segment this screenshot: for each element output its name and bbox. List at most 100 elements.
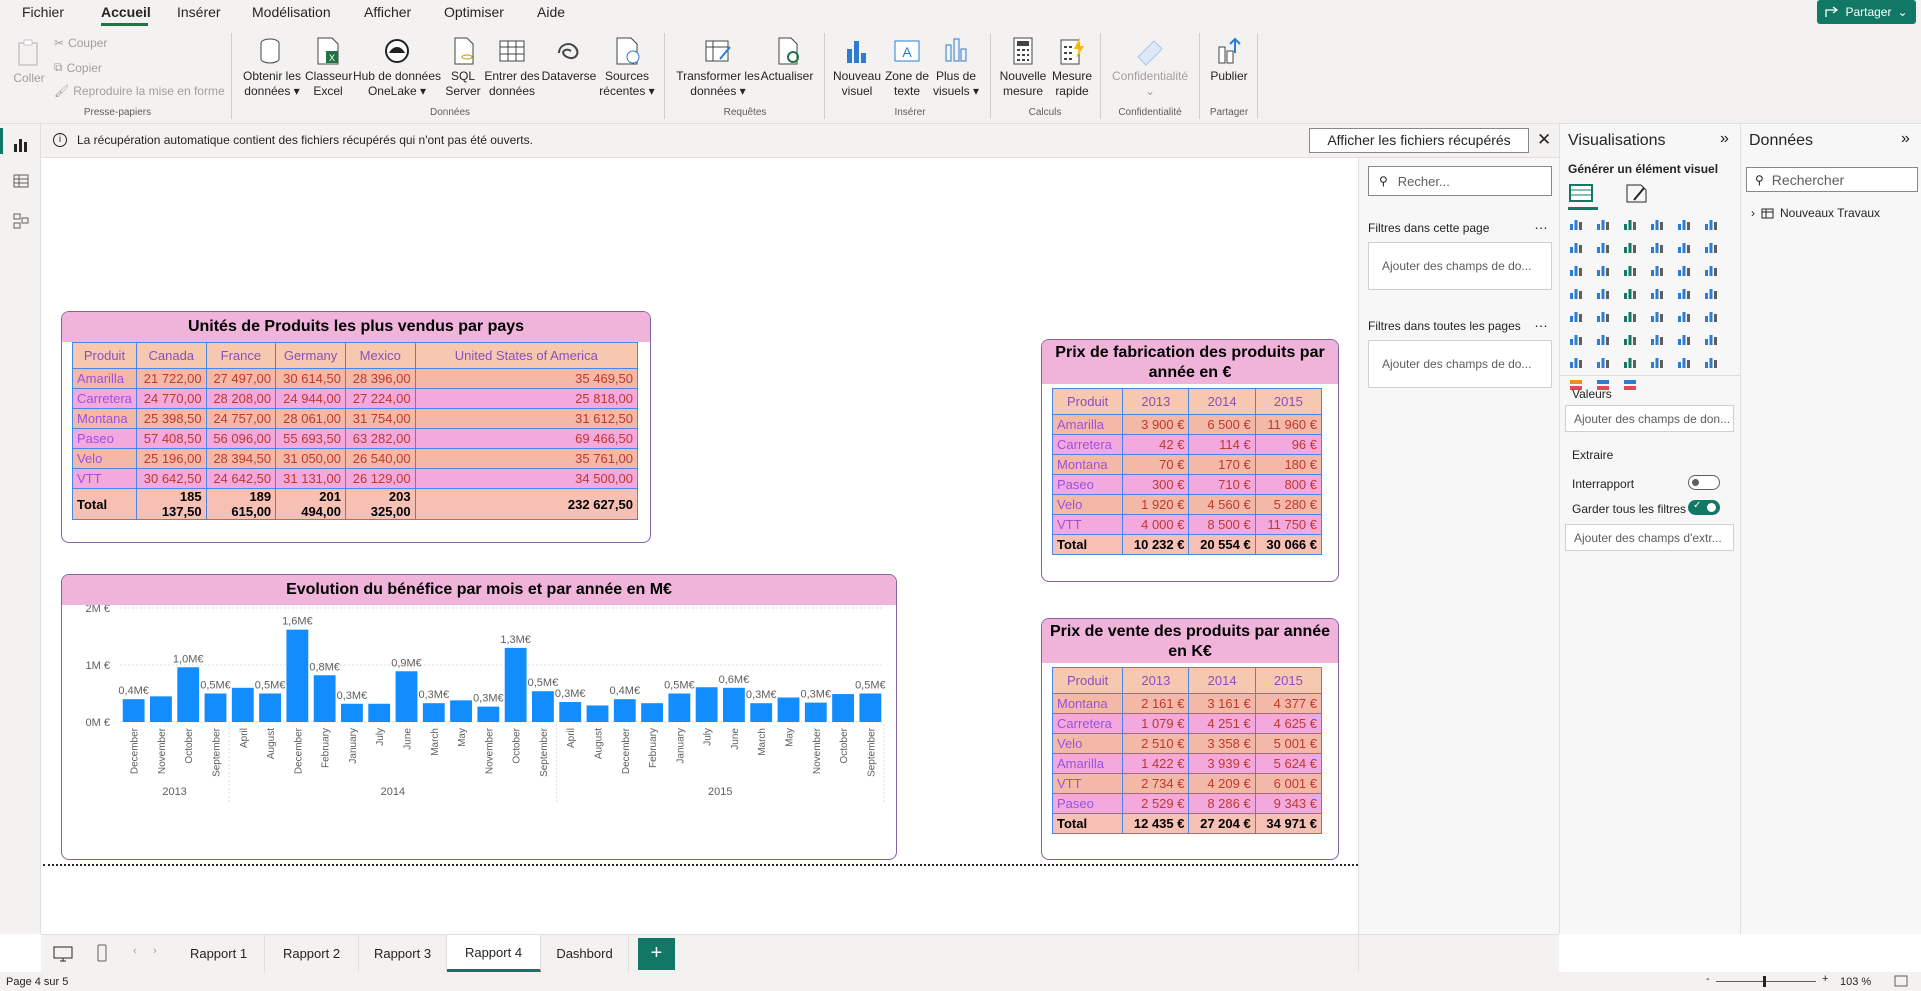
bar[interactable] <box>504 647 527 722</box>
zoom-in-icon[interactable]: + <box>1822 973 1828 985</box>
kpi-icon[interactable] <box>1568 308 1586 326</box>
bar[interactable] <box>150 696 172 722</box>
bar[interactable] <box>750 703 773 722</box>
tab-rapport-3[interactable]: Rapport 3 <box>359 935 447 972</box>
diamond-icon[interactable] <box>1649 354 1667 372</box>
column-header[interactable]: France <box>205 342 277 369</box>
format-painter-button[interactable]: 🖌 Reproduire la mise en forme <box>54 84 225 98</box>
trophy-icon[interactable] <box>1703 331 1721 349</box>
column-header[interactable]: 2014 <box>1188 388 1256 415</box>
key-influencers-icon[interactable] <box>1568 331 1586 349</box>
column-header[interactable]: United States of America <box>414 342 639 369</box>
stacked-bar-icon[interactable] <box>1568 216 1586 234</box>
model-view-icon[interactable] <box>12 212 30 230</box>
column-header[interactable]: Produit <box>1051 667 1124 694</box>
bar[interactable] <box>641 703 663 722</box>
clustered-bar-icon[interactable] <box>1622 216 1640 234</box>
share-button[interactable]: Partager ⌄ <box>1817 0 1916 24</box>
bar[interactable] <box>450 700 472 722</box>
filters-page-dropzone[interactable]: Ajouter des champs de do... <box>1368 242 1552 290</box>
stacked-column-icon[interactable] <box>1595 216 1613 234</box>
dataverse-button[interactable]: Dataverse <box>540 35 598 84</box>
scatter-icon[interactable] <box>1595 262 1613 280</box>
column-header[interactable]: Produit <box>72 342 137 369</box>
waterfall-icon[interactable] <box>1703 239 1721 257</box>
bar[interactable] <box>286 629 309 722</box>
new-visual-button[interactable]: Nouveau visuel <box>832 35 882 99</box>
bar[interactable] <box>804 702 827 722</box>
bar[interactable] <box>177 667 200 722</box>
column-header[interactable]: 2013 <box>1122 388 1190 415</box>
power-apps-icon[interactable] <box>1595 354 1613 372</box>
column-header[interactable]: Mexico <box>344 342 416 369</box>
column-header[interactable]: 2014 <box>1188 667 1256 694</box>
menu-optimiser[interactable]: Optimiser <box>444 4 504 20</box>
decomposition-icon[interactable] <box>1595 331 1613 349</box>
ribbon-icon[interactable] <box>1676 239 1694 257</box>
close-icon[interactable]: ✕ <box>1537 130 1551 150</box>
bar[interactable] <box>613 699 636 722</box>
report-view-icon[interactable] <box>12 136 30 154</box>
narrative-icon[interactable] <box>1649 331 1667 349</box>
map-icon[interactable] <box>1703 262 1721 280</box>
gauge-icon[interactable] <box>1649 285 1667 303</box>
values-dropzone[interactable]: Ajouter des champs de don... <box>1565 405 1734 432</box>
more-icon[interactable] <box>1703 354 1721 372</box>
qa-icon[interactable] <box>1622 331 1640 349</box>
build-tab[interactable] <box>1568 182 1598 210</box>
bar[interactable] <box>368 703 391 722</box>
tab-dashbord[interactable]: Dashbord <box>541 935 629 972</box>
bar[interactable] <box>122 699 145 722</box>
menu-afficher[interactable]: Afficher <box>364 4 411 20</box>
chevron-icon[interactable] <box>1676 354 1694 372</box>
metrics-icon[interactable] <box>1568 354 1586 372</box>
more-visuals-button[interactable]: Plus de visuels ▾ <box>932 35 980 99</box>
custom-visual-3-icon[interactable] <box>1622 377 1640 395</box>
column-header[interactable]: Canada <box>135 342 207 369</box>
menu-modelisation[interactable]: Modélisation <box>252 4 331 20</box>
bar[interactable] <box>313 675 336 722</box>
azure-map-icon[interactable] <box>1622 285 1640 303</box>
line-icon[interactable] <box>1568 239 1586 257</box>
paginated-icon[interactable] <box>1676 331 1694 349</box>
column-header[interactable]: Produit <box>1051 388 1124 415</box>
onelake-button[interactable]: Hub de données OneLake ▾ <box>352 35 442 99</box>
tab-rapport-2[interactable]: Rapport 2 <box>265 935 359 972</box>
sql-server-button[interactable]: SQL Server <box>442 35 484 99</box>
data-search-input[interactable]: ⚲ Rechercher <box>1746 167 1918 192</box>
matrix-icon[interactable] <box>1649 308 1667 326</box>
r-visual-icon[interactable] <box>1676 308 1694 326</box>
multi-card-icon[interactable] <box>1703 285 1721 303</box>
python-icon[interactable] <box>1703 308 1721 326</box>
column-header[interactable]: 2013 <box>1122 667 1190 694</box>
scroll-right-icon[interactable]: › <box>153 945 157 957</box>
bar[interactable] <box>395 671 418 722</box>
publish-button[interactable]: Publier <box>1205 35 1253 84</box>
drillthrough-dropzone[interactable]: Ajouter des champs d'extr... <box>1565 524 1734 551</box>
table-icon[interactable] <box>1622 308 1640 326</box>
collapse-icon[interactable]: » <box>1901 130 1910 148</box>
collapse-icon[interactable]: » <box>1720 130 1729 148</box>
show-recovered-files-button[interactable]: Afficher les fichiers récupérés <box>1309 128 1529 153</box>
paste-button[interactable]: Coller <box>10 37 48 86</box>
filter-search-input[interactable]: ⚲ Recher... <box>1368 166 1552 196</box>
clustered-column-icon[interactable] <box>1649 216 1667 234</box>
card-icon[interactable] <box>1676 285 1694 303</box>
line-column-icon[interactable] <box>1649 239 1667 257</box>
refresh-button[interactable]: Actualiser <box>760 35 814 84</box>
profit-chart-visual[interactable]: Evolution du bénéfice par mois et par an… <box>61 574 897 860</box>
bar[interactable] <box>559 702 582 722</box>
quick-measure-button[interactable]: Mesure rapide <box>1050 35 1094 99</box>
table-view-icon[interactable] <box>12 172 30 190</box>
cross-report-toggle[interactable] <box>1688 475 1720 490</box>
stacked-area-icon[interactable] <box>1622 239 1640 257</box>
cut-button[interactable]: ✂ Couper <box>54 36 107 50</box>
column-header[interactable]: 2015 <box>1254 667 1323 694</box>
zoom-out-icon[interactable]: - <box>1706 973 1710 985</box>
more-options-icon[interactable]: … <box>1534 216 1548 232</box>
bar[interactable] <box>777 697 800 722</box>
100-column-icon[interactable] <box>1703 216 1721 234</box>
bar[interactable] <box>723 687 745 722</box>
treemap-icon[interactable] <box>1676 262 1694 280</box>
bar[interactable] <box>341 703 363 722</box>
